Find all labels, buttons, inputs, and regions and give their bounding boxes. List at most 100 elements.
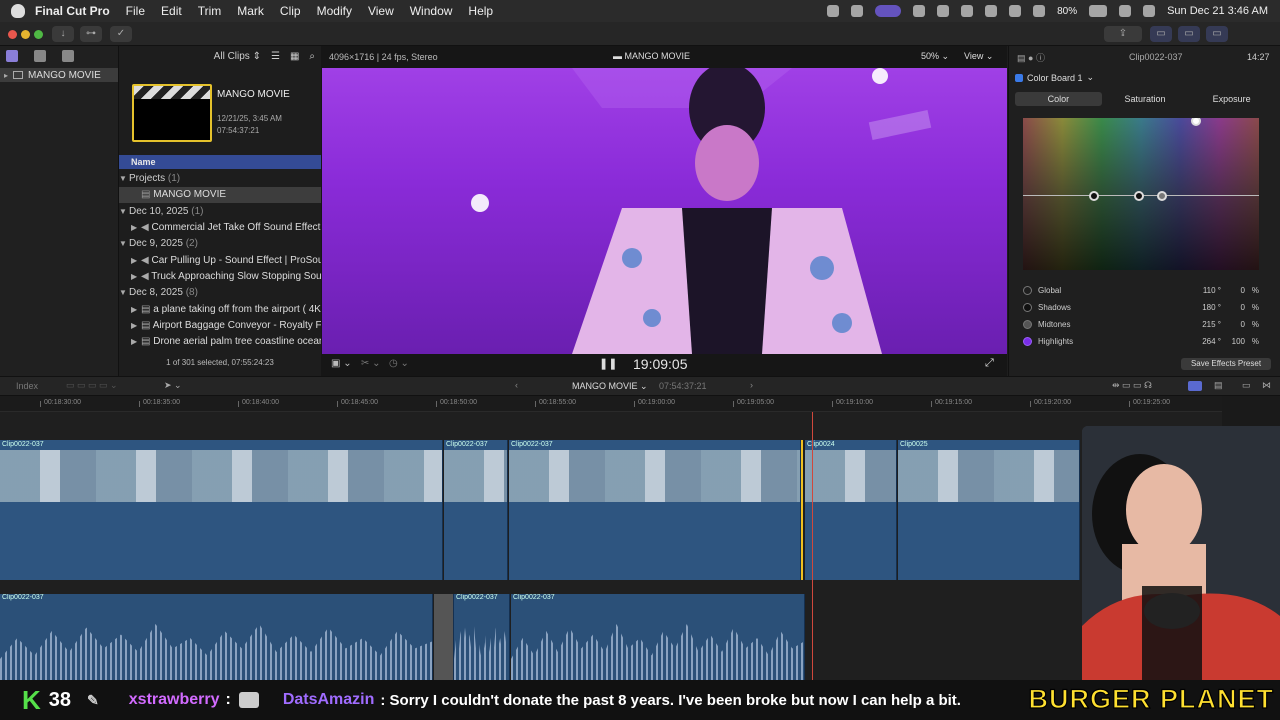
selection-edge[interactable] — [801, 440, 803, 580]
playhead[interactable] — [812, 412, 813, 680]
effects-browser-icon[interactable]: ▭ — [1242, 380, 1251, 391]
layout-inspector-button[interactable]: ▭ — [1206, 26, 1228, 42]
timeline-project-name[interactable]: MANGO MOVIE ⌄ — [572, 381, 648, 392]
clock[interactable]: Sun Dec 21 3:46 AM — [1167, 5, 1268, 17]
group-row[interactable]: ▼ Dec 8, 2025 (8) — [119, 285, 321, 301]
project-thumbnail[interactable] — [132, 84, 212, 142]
adjustment-row[interactable]: Highlights 264 ° 100% — [1023, 333, 1263, 349]
adjustment-row[interactable]: Global 110 ° 0% — [1023, 282, 1263, 298]
disclosure-icon[interactable]: ▼ — [119, 171, 129, 187]
adjustment-percent[interactable]: 0 — [1229, 320, 1245, 329]
adjustment-row[interactable]: Shadows 180 ° 0% — [1023, 299, 1263, 315]
tab-saturation[interactable]: Saturation — [1102, 92, 1189, 106]
adjustment-angle[interactable]: 110 ° — [1189, 286, 1221, 295]
layout-timeline-button[interactable]: ▭ — [1178, 26, 1200, 42]
clip-appearance-icon[interactable]: ▤ — [1214, 380, 1223, 391]
close-window-button[interactable] — [8, 30, 17, 39]
menu-trim[interactable]: Trim — [198, 4, 222, 18]
video-clip[interactable]: Clip0022-037 — [444, 440, 508, 580]
adjustment-percent[interactable]: 0 — [1229, 286, 1245, 295]
menu-window[interactable]: Window — [410, 4, 453, 18]
video-clip[interactable]: Clip0022-037 — [0, 440, 443, 580]
list-item[interactable]: ▶ ◀ Car Pulling Up - Sound Effect | ProSo… — [119, 253, 321, 269]
index-button[interactable]: Index — [16, 381, 38, 391]
menu-modify[interactable]: Modify — [317, 4, 352, 18]
disclosure-icon[interactable]: ▼ — [119, 285, 129, 301]
import-button[interactable]: ↓ — [52, 26, 74, 42]
photos-icon[interactable] — [34, 50, 46, 62]
disclosure-icon[interactable]: ▶ — [131, 253, 141, 269]
forward-arrow-icon[interactable]: › — [750, 380, 753, 390]
timeline[interactable]: Clip0022-037 Clip0022-037 Clip0022-037 C… — [0, 412, 1222, 680]
group-row[interactable]: ▼ Dec 10, 2025 (1) — [119, 204, 321, 220]
video-clip[interactable]: Clip0025 — [898, 440, 1080, 580]
color-board[interactable] — [1023, 118, 1259, 270]
video-frame[interactable] — [322, 68, 1007, 354]
status-icon[interactable] — [827, 5, 840, 17]
adjustment-row[interactable]: Midtones 215 ° 0% — [1023, 316, 1263, 332]
disclosure-icon[interactable]: ▼ — [119, 236, 129, 252]
color-board-header[interactable]: Color Board 1 ⌄ — [1015, 72, 1094, 83]
audio-clip[interactable]: Clip0022-037 — [511, 594, 805, 680]
disclosure-icon[interactable]: ▶ — [131, 334, 141, 350]
list-item[interactable]: ▤ MANGO MOVIE — [119, 187, 321, 203]
disclosure-icon[interactable]: ▸ — [4, 71, 8, 80]
zoom-dropdown[interactable]: 50% ⌄ — [921, 51, 949, 62]
battery-icon[interactable] — [1089, 5, 1108, 17]
group-row[interactable]: ▼ Dec 9, 2025 (2) — [119, 236, 321, 252]
search-icon[interactable]: ⌕ — [309, 51, 315, 62]
highlights-puck[interactable] — [1191, 118, 1201, 126]
menu-help[interactable]: Help — [468, 4, 493, 18]
clip-filter-dropdown[interactable]: All Clips ⇕ — [214, 51, 261, 62]
timeline-options-icons[interactable]: ⇹ ▭ ▭ ☊ — [1112, 380, 1152, 391]
wifi-icon[interactable] — [1033, 5, 1046, 17]
menu-edit[interactable]: Edit — [161, 4, 182, 18]
view-dropdown[interactable]: View ⌄ — [964, 51, 993, 62]
libraries-icon[interactable] — [6, 50, 18, 62]
adjustment-angle[interactable]: 215 ° — [1189, 320, 1221, 329]
back-arrow-icon[interactable]: ‹ — [515, 380, 518, 390]
list-view-icon[interactable]: ☰ — [271, 51, 280, 62]
list-item[interactable]: ▶ ◀ Truck Approaching Slow Stopping Sound — [119, 269, 321, 285]
menu-file[interactable]: File — [126, 4, 145, 18]
search-icon[interactable] — [1119, 5, 1132, 17]
menu-clip[interactable]: Clip — [280, 4, 301, 18]
snapping-icon[interactable] — [1188, 381, 1202, 391]
video-clip[interactable]: Clip0022-037 — [509, 440, 801, 580]
status-icon[interactable] — [851, 5, 864, 17]
timecode-display[interactable]: 19:09:05 — [633, 356, 688, 372]
library-item[interactable]: ▸ MANGO MOVIE — [0, 68, 118, 82]
effects-icon[interactable]: ✂ ⌄ — [361, 358, 381, 369]
disclosure-icon[interactable]: ▶ — [131, 302, 141, 318]
list-item[interactable]: ▶ ▤ Airport Baggage Conveyor - Royalty Fr… — [119, 318, 321, 334]
control-center-icon[interactable] — [1143, 5, 1156, 17]
background-tasks-button[interactable]: ✓ — [110, 26, 132, 42]
status-icon[interactable] — [985, 5, 998, 17]
global-puck[interactable] — [1089, 191, 1099, 201]
volume-icon[interactable] — [961, 5, 974, 17]
menu-view[interactable]: View — [368, 4, 394, 18]
select-tool-icon[interactable]: ➤ ⌄ — [164, 380, 182, 391]
titles-icon[interactable] — [62, 50, 74, 62]
tab-exposure[interactable]: Exposure — [1188, 92, 1275, 106]
layout-browser-button[interactable]: ▭ — [1150, 26, 1172, 42]
adjustment-angle[interactable]: 264 ° — [1189, 337, 1221, 346]
tab-color[interactable]: Color — [1015, 92, 1102, 106]
audio-clip[interactable]: Clip0022-037 — [0, 594, 433, 680]
disclosure-icon[interactable]: ▼ — [119, 204, 129, 220]
menu-mark[interactable]: Mark — [237, 4, 264, 18]
transitions-icon[interactable]: ⋈ — [1262, 380, 1271, 391]
disclosure-icon[interactable]: ▶ — [131, 269, 141, 285]
fullscreen-icon[interactable]: ⤢ — [985, 357, 994, 370]
list-item[interactable]: ▶ ▤ a plane taking off from the airport (… — [119, 302, 321, 318]
list-item[interactable]: ▶ ◀ Commercial Jet Take Off Sound Effect — [119, 220, 321, 236]
video-clip[interactable]: Clip0024 — [805, 440, 897, 580]
pause-button[interactable]: ❚❚ — [599, 357, 617, 370]
adjustment-percent[interactable]: 0 — [1229, 303, 1245, 312]
play-icon[interactable] — [937, 5, 950, 17]
list-item[interactable]: ▶ ▤ Drone aerial palm tree coastline ocea… — [119, 334, 321, 350]
keyword-button[interactable]: ⊶ — [80, 26, 102, 42]
inspector-tab-icons[interactable]: ▤ ● ⓘ — [1017, 51, 1045, 64]
disclosure-icon[interactable]: ▶ — [131, 318, 141, 334]
minimize-window-button[interactable] — [21, 30, 30, 39]
